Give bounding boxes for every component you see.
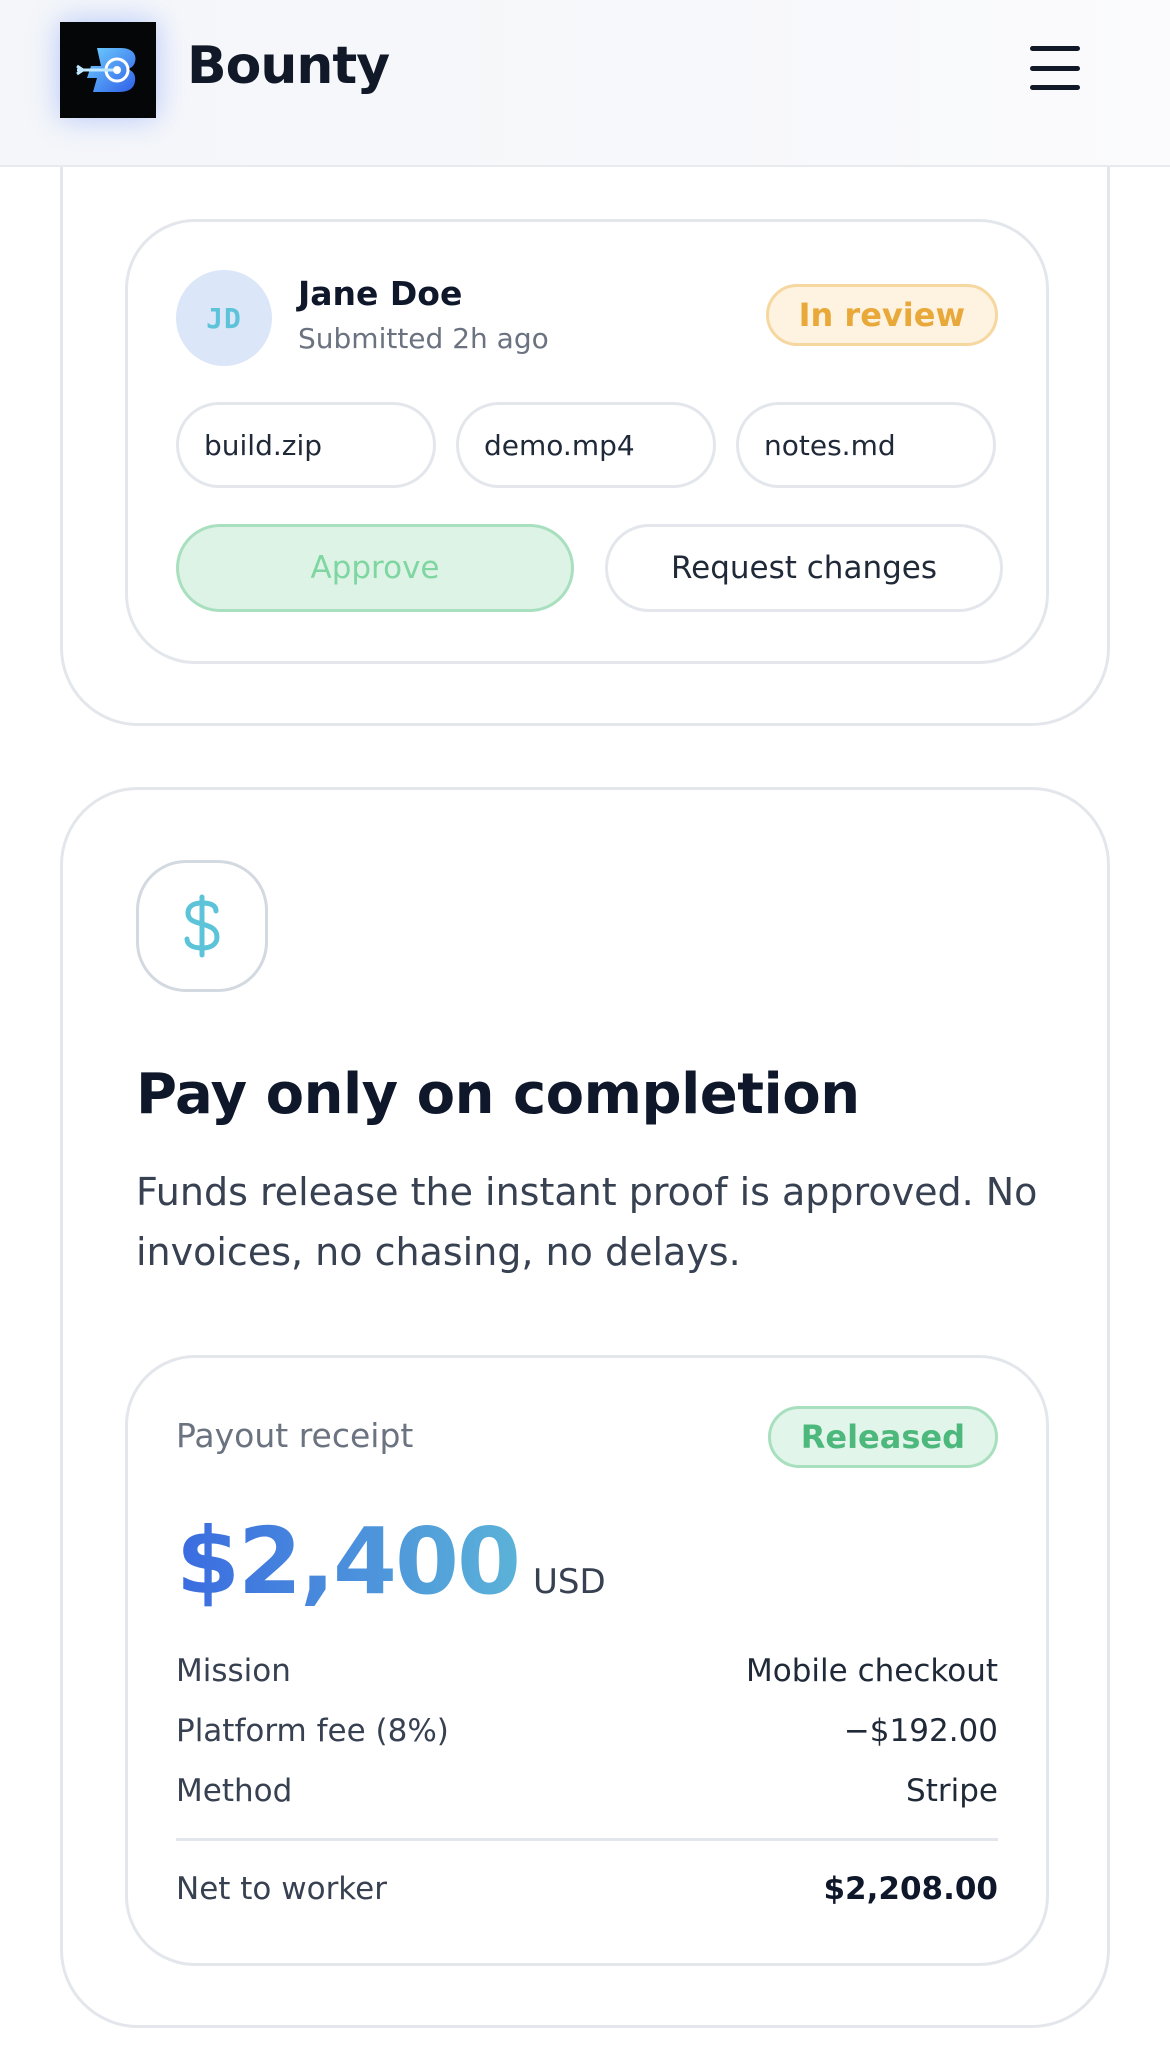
request-changes-button[interactable]: Request changes xyxy=(605,524,1003,612)
payout-amount: $2,400 xyxy=(176,1508,521,1615)
section-title: Pay only on completion xyxy=(136,1062,860,1127)
menu-line xyxy=(1030,85,1080,90)
pay-feature-card: Pay only on completion Funds release the… xyxy=(60,787,1110,2028)
menu-line xyxy=(1030,46,1080,51)
bounty-logo-icon[interactable] xyxy=(60,22,156,118)
payout-currency: USD xyxy=(533,1562,606,1602)
receipt-row: Mission Mobile checkout xyxy=(176,1648,998,1694)
submission-time: Submitted 2h ago xyxy=(298,322,549,355)
row-label: Method xyxy=(176,1773,293,1809)
net-value: $2,208.00 xyxy=(823,1871,998,1907)
released-badge: Released xyxy=(767,1406,998,1468)
approve-button[interactable]: Approve xyxy=(176,524,574,612)
row-value: Stripe xyxy=(906,1773,998,1809)
net-label: Net to worker xyxy=(176,1871,387,1907)
row-value: Mobile checkout xyxy=(746,1653,998,1689)
avatar: JD xyxy=(176,270,272,366)
submission-card: JD Jane Doe Submitted 2h ago In review b… xyxy=(125,219,1049,664)
file-chip[interactable]: notes.md xyxy=(736,402,996,488)
row-label: Platform fee (8%) xyxy=(176,1713,449,1749)
net-row: Net to worker $2,208.00 xyxy=(176,1866,998,1912)
receipt-row: Platform fee (8%) −$192.00 xyxy=(176,1708,998,1754)
brand-name[interactable]: Bounty xyxy=(187,36,390,96)
payout-receipt-card: Payout receipt Released $2,400 USD Missi… xyxy=(125,1355,1049,1966)
dollar-sign-icon xyxy=(184,894,220,958)
submitter-name: Jane Doe xyxy=(298,274,463,313)
receipt-label: Payout receipt xyxy=(176,1416,414,1455)
page: Bounty JD Jane Doe Submitted 2h ago In r… xyxy=(0,0,1170,2053)
file-chip[interactable]: build.zip xyxy=(176,402,436,488)
row-value: −$192.00 xyxy=(843,1713,998,1749)
dollar-icon xyxy=(136,860,268,992)
status-badge: In review xyxy=(765,284,998,346)
hamburger-menu-icon[interactable] xyxy=(1030,46,1080,90)
row-label: Mission xyxy=(176,1653,291,1689)
amount-row: $2,400 USD xyxy=(176,1508,606,1615)
file-chip[interactable]: demo.mp4 xyxy=(456,402,716,488)
menu-line xyxy=(1030,65,1080,71)
receipt-row: Method Stripe xyxy=(176,1768,998,1814)
section-description: Funds release the instant proof is appro… xyxy=(136,1170,1038,1274)
target-arrow-icon xyxy=(76,48,136,92)
top-header: Bounty xyxy=(0,0,1170,167)
divider xyxy=(176,1838,998,1841)
